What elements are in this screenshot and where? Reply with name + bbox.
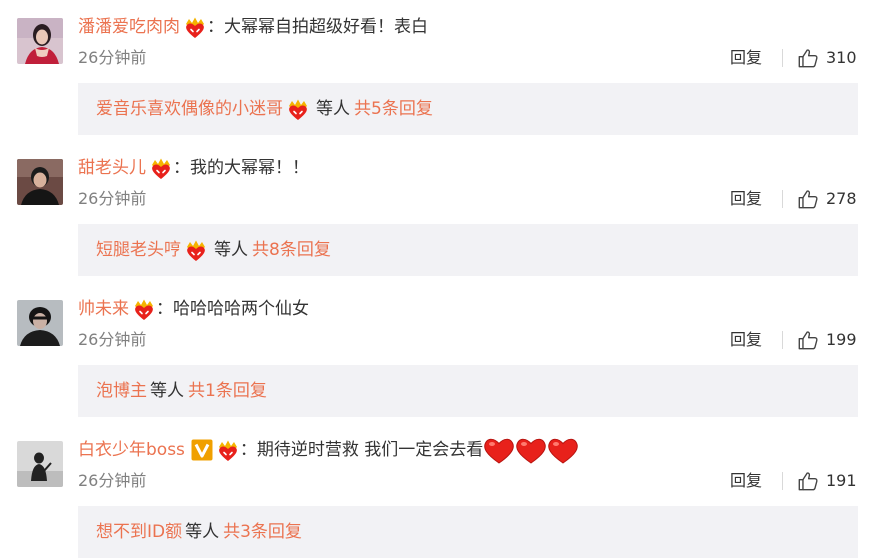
total-replies-link[interactable]: 共8条回复	[252, 224, 331, 276]
sub-replies-box[interactable]: 短腿老头哼 等人 共8条回复	[78, 224, 858, 276]
comment-text: ：期待逆时营救 我们一定会去看	[239, 440, 484, 460]
comment-time: 26分钟前	[78, 330, 147, 349]
divider	[782, 472, 783, 490]
comment-line: 帅未来 ：哈哈哈哈两个仙女	[78, 296, 309, 322]
etc-text: 等人	[150, 381, 184, 401]
sub-replies-box[interactable]: 想不到ID额 等人 共3条回复	[78, 506, 858, 558]
red-heart-icon	[548, 438, 579, 464]
divider	[782, 190, 783, 208]
etc-text: 等人	[214, 240, 248, 260]
sub-replies-box[interactable]: 爱音乐喜欢偶像的小迷哥 等人 共5条回复	[78, 83, 858, 135]
red-heart-icon	[516, 438, 547, 464]
comment-line: 白衣少年boss ：期待逆时营救 我们一定会去看	[78, 435, 580, 465]
divider	[782, 331, 783, 349]
comment-text: ：我的大幂幂！！	[173, 158, 309, 178]
red-heart-icon	[484, 438, 515, 464]
comment-time: 26分钟前	[78, 189, 147, 208]
avatar[interactable]	[17, 18, 63, 64]
comment-text: ：哈哈哈哈两个仙女	[156, 299, 309, 319]
verified-v-icon	[191, 439, 213, 461]
etc-text: 等人	[185, 522, 220, 542]
username-link[interactable]: 帅未来	[78, 296, 129, 322]
total-replies-link[interactable]: 共5条回复	[354, 83, 433, 135]
reply-username-link[interactable]: 泡博主	[96, 365, 147, 417]
comment-item: 白衣少年boss ：期待逆时营救 我们一定会去看 26分钟前 回复 191 想不…	[0, 423, 883, 558]
thumbs-up-icon[interactable]	[797, 329, 819, 351]
comment-item: 帅未来 ：哈哈哈哈两个仙女 26分钟前 回复 199 泡博主 等人 共1条回复	[0, 282, 883, 423]
reply-username-link[interactable]: 爱音乐喜欢偶像的小迷哥	[96, 83, 283, 135]
comment-text: ：大幂幂自拍超级好看！表白	[207, 17, 428, 37]
comment-item: 潘潘爱吃肉肉 ：大幂幂自拍超级好看！表白 26分钟前 回复 310 爱音乐喜欢偶…	[0, 0, 883, 141]
avatar[interactable]	[17, 300, 63, 346]
hearts-emoji	[484, 435, 580, 465]
reply-button[interactable]: 回复	[730, 47, 762, 69]
fan-badge-icon	[149, 156, 173, 180]
etc-text: 等人	[316, 99, 350, 119]
comment-item: 甜老头儿 ：我的大幂幂！！ 26分钟前 回复 278 短腿老头哼 等人 共8条回…	[0, 141, 883, 282]
fan-badge-icon	[132, 297, 156, 321]
total-replies-link[interactable]: 共3条回复	[223, 506, 302, 558]
total-replies-link[interactable]: 共1条回复	[188, 365, 267, 417]
avatar[interactable]	[17, 159, 63, 205]
avatar[interactable]	[17, 441, 63, 487]
like-count: 310	[826, 48, 857, 67]
username-link[interactable]: 甜老头儿	[78, 155, 146, 181]
sub-replies-box[interactable]: 泡博主 等人 共1条回复	[78, 365, 858, 417]
thumbs-up-icon[interactable]	[797, 188, 819, 210]
fan-badge-icon	[183, 15, 207, 39]
reply-button[interactable]: 回复	[730, 188, 762, 210]
comment-line: 甜老头儿 ：我的大幂幂！！	[78, 155, 309, 181]
like-count: 199	[826, 330, 857, 349]
like-count: 278	[826, 189, 857, 208]
fan-badge-icon	[286, 97, 310, 121]
thumbs-up-icon[interactable]	[797, 470, 819, 492]
reply-username-link[interactable]: 想不到ID额	[96, 506, 182, 558]
reply-button[interactable]: 回复	[730, 470, 762, 492]
fan-badge-icon	[184, 238, 208, 262]
thumbs-up-icon[interactable]	[797, 47, 819, 69]
comment-time: 26分钟前	[78, 471, 147, 490]
username-link[interactable]: 白衣少年boss	[78, 437, 185, 463]
username-link[interactable]: 潘潘爱吃肉肉	[78, 14, 180, 40]
fan-badge-icon	[216, 438, 240, 462]
comment-time: 26分钟前	[78, 48, 147, 67]
reply-username-link[interactable]: 短腿老头哼	[96, 224, 181, 276]
like-count: 191	[826, 471, 857, 490]
reply-button[interactable]: 回复	[730, 329, 762, 351]
comment-line: 潘潘爱吃肉肉 ：大幂幂自拍超级好看！表白	[78, 14, 428, 40]
divider	[782, 49, 783, 67]
